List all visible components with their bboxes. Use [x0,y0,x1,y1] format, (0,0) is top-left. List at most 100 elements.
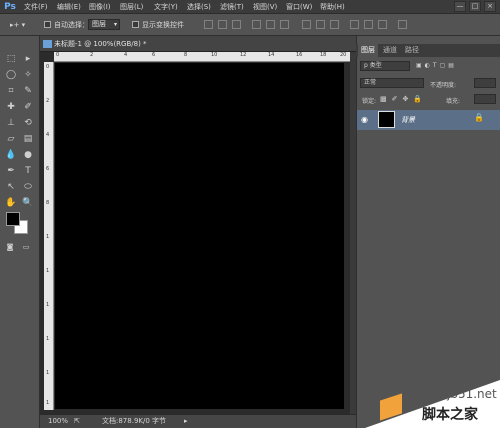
dodge-tool-icon[interactable]: ● [20,148,36,162]
eraser-tool-icon[interactable]: ▱ [3,132,19,146]
history-brush-tool-icon[interactable]: ⟲ [20,116,36,130]
zoom-level[interactable]: 100% [48,415,68,428]
distribute-left-icon[interactable] [350,20,359,29]
status-menu-arrow-icon[interactable]: ▸ [184,415,188,428]
menu-view[interactable]: 视图(V) [253,0,277,14]
ruler-label: 14 [268,52,275,58]
eye-icon[interactable]: ◉ [361,115,371,125]
checkbox-icon [44,21,51,28]
ruler-label: 1 [46,302,50,308]
auto-select-dropdown[interactable]: 图层 ▾ [88,19,120,30]
lock-label: 锁定: [362,98,377,105]
show-transform-checkbox[interactable]: 显示变换控件 [132,19,184,31]
eyedropper-tool-icon[interactable]: ✎ [20,84,36,98]
marquee-tool-icon[interactable]: ⬚ [3,52,19,66]
minimize-button[interactable]: — [454,1,466,12]
layer-name[interactable]: 背景 [401,111,415,129]
maximize-button[interactable]: □ [469,1,481,12]
align-vcenter-icon[interactable] [218,20,227,29]
ruler-label: 4 [46,132,50,138]
menu-type[interactable]: 文字(Y) [154,0,178,14]
ruler-label: 20 [340,52,347,58]
close-button[interactable]: × [484,1,496,12]
lasso-tool-icon[interactable]: ◯ [3,68,19,82]
ruler-label: 4 [124,52,128,58]
distribute-vcenter-icon[interactable] [316,20,325,29]
tab-channels[interactable]: 通道 [380,44,400,57]
screen-mode-icon[interactable]: ▭ [18,240,34,254]
ruler-label: 6 [46,166,50,172]
menu-layer[interactable]: 图层(L) [120,0,143,14]
blur-tool-icon[interactable]: 💧 [3,148,19,162]
quick-mask-icon[interactable]: ◙ [2,240,18,254]
crop-tool-icon[interactable]: ⌗ [3,84,19,98]
filter-icons[interactable]: ▣◐T▢▤ [416,62,457,69]
auto-select-checkbox[interactable]: 自动选择： [44,19,89,31]
type-tool-icon[interactable]: T [20,164,36,178]
document-tab[interactable]: 未标题-1 @ 100%(RGB/8) * [40,36,356,52]
ruler-label: 1 [46,234,50,240]
lock-icons[interactable]: ▩✐✥🔒 [380,95,427,103]
ruler-horizontal[interactable]: 0 2 4 6 8 10 12 14 16 18 20 [54,52,350,62]
show-transform-label: 显示变换控件 [142,21,184,29]
export-icon[interactable]: ⇱ [74,415,80,428]
align-top-icon[interactable] [204,20,213,29]
opacity-field[interactable] [474,78,496,88]
ruler-label: 2 [90,52,94,58]
options-bar: ▸+ ▾ 自动选择： 图层 ▾ 显示变换控件 [0,14,500,36]
ellipse-tool-icon[interactable]: ⬭ [20,180,36,194]
healing-brush-tool-icon[interactable]: ✚ [3,100,19,114]
hand-tool-icon[interactable]: ✋ [3,196,19,210]
auto-align-icon[interactable] [398,20,407,29]
ruler-label: 18 [320,52,327,58]
auto-select-value: 图层 [92,20,106,28]
foreground-color-swatch[interactable] [6,212,20,226]
document-title: 未标题-1 @ 100%(RGB/8) * [54,40,147,48]
opacity-label: 不透明度: [430,82,457,89]
brush-tool-icon[interactable]: ✐ [20,100,36,114]
tab-layers[interactable]: 图层 [358,44,378,57]
ruler-label: 0 [46,64,50,70]
distribute-top-icon[interactable] [302,20,311,29]
distribute-hcenter-icon[interactable] [364,20,373,29]
ruler-vertical[interactable]: 0 2 4 6 8 1 1 1 1 1 1 [44,62,54,410]
path-select-tool-icon[interactable]: ↖ [3,180,19,194]
ruler-label: 8 [184,52,188,58]
fill-label: 填充: [446,98,461,105]
gradient-tool-icon[interactable]: ▤ [20,132,36,146]
align-left-icon[interactable] [252,20,261,29]
align-right-icon[interactable] [280,20,289,29]
blend-mode-dropdown[interactable]: 正常 [360,78,424,88]
canvas[interactable] [55,63,344,409]
menu-help[interactable]: 帮助(H) [320,0,345,14]
menu-select[interactable]: 选择(S) [187,0,211,14]
fill-field[interactable] [474,94,496,104]
tools-panel: ⬚ ▸ ◯ ✧ ⌗ ✎ ✚ ✐ ⊥ ⟲ ▱ ▤ 💧 ● ✒ T ↖ ⬭ ✋ 🔍 … [0,36,40,428]
zoom-tool-icon[interactable]: 🔍 [20,196,36,210]
ruler-label: 10 [211,52,218,58]
document-info: 文档:878.9K/0 字节 [102,417,167,425]
clone-stamp-tool-icon[interactable]: ⊥ [3,116,19,130]
watermark-brand: 脚本之家 [422,407,478,423]
layer-filter-dropdown[interactable]: p 类型 [360,61,410,71]
move-tool-preset-icon[interactable]: ▸+ ▾ [10,19,25,31]
ruler-label: 1 [46,370,50,376]
quick-select-tool-icon[interactable]: ✧ [20,68,36,82]
menu-image[interactable]: 图像(I) [89,0,111,14]
photoshop-logo-icon: Ps [4,2,16,12]
window-controls: — □ × [454,1,496,13]
layer-thumbnail [378,111,395,128]
move-tool-icon[interactable]: ▸ [20,52,36,66]
tab-paths[interactable]: 路径 [402,44,422,57]
auto-select-label: 自动选择： [54,21,89,29]
menu-edit[interactable]: 编辑(E) [57,0,81,14]
align-bottom-icon[interactable] [232,20,241,29]
pen-tool-icon[interactable]: ✒ [3,164,19,178]
ruler-label: 16 [296,52,303,58]
menu-file[interactable]: 文件(F) [24,0,48,14]
menu-filter[interactable]: 滤镜(T) [220,0,244,14]
distribute-right-icon[interactable] [378,20,387,29]
distribute-bottom-icon[interactable] [330,20,339,29]
align-hcenter-icon[interactable] [266,20,275,29]
menu-window[interactable]: 窗口(W) [286,0,312,14]
